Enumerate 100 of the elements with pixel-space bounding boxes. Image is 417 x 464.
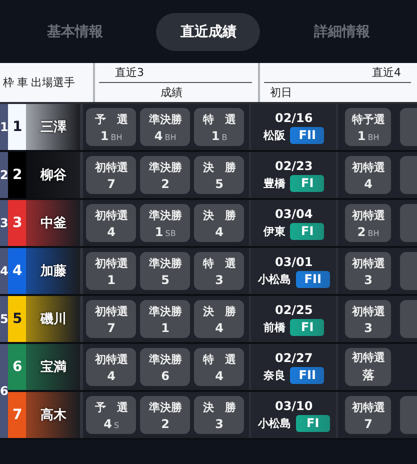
race-date: 02/27 xyxy=(274,350,313,364)
rank-value: 5 xyxy=(161,272,170,286)
race-label: 初特選 xyxy=(94,352,128,366)
result-suffix: BH xyxy=(368,132,380,142)
race-label: 初特選 xyxy=(352,304,385,318)
result-suffix: BH xyxy=(368,228,380,238)
header-text: 車 xyxy=(17,75,28,90)
rank-value: 1 xyxy=(107,272,116,286)
grade-badge: FI xyxy=(296,414,330,432)
venue-name: 小松島 xyxy=(258,272,291,286)
grade-badge: FI xyxy=(290,222,324,240)
race-label: 準決勝 xyxy=(148,160,182,174)
rank-value: 4 xyxy=(154,128,163,142)
header-text: 直近4 xyxy=(372,65,401,80)
race-date: 02/23 xyxy=(274,158,313,172)
rider-name[interactable]: 柳谷 xyxy=(26,152,84,198)
rider-name[interactable]: 磯川 xyxy=(26,296,84,342)
rank-value: 2 xyxy=(161,176,170,190)
race-label: 準決勝 xyxy=(148,256,182,270)
race-label: 特 選 xyxy=(202,352,236,366)
result-suffix: S xyxy=(114,420,120,430)
car-number: 7 xyxy=(8,392,26,438)
rank-value: 1 xyxy=(357,128,366,142)
race-label: 初特選 xyxy=(94,256,128,270)
header-text: 枠 xyxy=(3,75,14,90)
rank-value: 2 xyxy=(161,416,170,430)
rank-value: 7 xyxy=(364,416,373,430)
race-label: 初特選 xyxy=(94,304,128,318)
frame-number: 1 xyxy=(0,104,8,150)
result-suffix: BH xyxy=(110,132,122,142)
rank-value: 3 xyxy=(215,272,224,286)
rider-name[interactable]: 中釜 xyxy=(26,200,84,246)
result-suffix: B xyxy=(222,132,228,142)
venue-name: 豊橋 xyxy=(263,176,286,190)
rank-value: 1 xyxy=(161,320,170,334)
header-text: 成績 xyxy=(160,85,182,100)
race-label: 特 選 xyxy=(202,256,236,270)
grade-badge: FI xyxy=(290,174,324,192)
rank-value: 3 xyxy=(364,320,373,334)
race-label: 初特選 xyxy=(352,256,385,270)
rank-value: 落 xyxy=(362,367,374,384)
result-suffix: SB xyxy=(165,228,176,238)
race-label: 準決勝 xyxy=(148,400,182,414)
car-number: 5 xyxy=(8,296,26,342)
race-label: 準決勝 xyxy=(148,112,182,126)
rank-value: 1 xyxy=(100,128,109,142)
grade-badge: FII xyxy=(290,126,324,144)
race-label: 決 勝 xyxy=(202,208,236,222)
race-label: 準決勝 xyxy=(148,352,182,366)
result-suffix: BH xyxy=(164,132,176,142)
rank-value: 4 xyxy=(364,176,373,190)
tab[interactable]: 基本情報 xyxy=(22,12,127,50)
grade-badge: FI xyxy=(290,318,324,336)
rider-name[interactable]: 加藤 xyxy=(26,248,84,294)
race-label: 予 選 xyxy=(94,112,128,126)
tab[interactable]: 直近成績 xyxy=(156,12,260,50)
rider-name[interactable]: 三澤 xyxy=(26,104,84,150)
car-number: 3 xyxy=(8,200,26,246)
race-label: 初特選 xyxy=(94,208,128,222)
venue-name: 伊東 xyxy=(263,224,286,238)
frame-number: 6 xyxy=(0,344,8,438)
race-label: 初特選 xyxy=(352,160,385,174)
race-label: 決 勝 xyxy=(202,304,236,318)
rank-value: 2 xyxy=(357,224,366,238)
header-text: 初日 xyxy=(270,85,292,100)
race-date: 03/10 xyxy=(274,398,313,412)
rank-value: 5 xyxy=(215,176,224,190)
race-label: 特 選 xyxy=(202,112,236,126)
venue-name: 前橋 xyxy=(263,320,286,334)
venue-name: 小松島 xyxy=(258,416,291,430)
race-date: 02/16 xyxy=(274,110,313,124)
grade-badge: FII xyxy=(296,270,330,288)
rank-value: 4 xyxy=(104,416,112,430)
rank-value: 3 xyxy=(364,272,373,286)
race-date: 03/04 xyxy=(274,206,313,220)
tab[interactable]: 詳細情報 xyxy=(290,12,394,50)
rank-value: 6 xyxy=(161,368,170,382)
rank-value: 1 xyxy=(154,224,164,238)
rider-name[interactable]: 宝満 xyxy=(26,344,84,390)
race-label: 初特選 xyxy=(352,208,385,222)
rider-name[interactable]: 高木 xyxy=(26,392,84,438)
race-label: 初特選 xyxy=(352,400,385,414)
venue-name: 松阪 xyxy=(263,128,286,142)
race-label: 予 選 xyxy=(94,400,128,414)
race-label: 特予選 xyxy=(352,112,385,126)
header-text: 出場選手 xyxy=(31,75,75,90)
rank-value: 4 xyxy=(215,320,224,334)
race-label: 初特選 xyxy=(352,350,385,365)
rank-value: 3 xyxy=(215,416,224,430)
frame-number: 5 xyxy=(0,296,8,342)
rank-value: 4 xyxy=(107,224,116,238)
car-number: 2 xyxy=(8,152,26,198)
race-date: 03/01 xyxy=(274,254,313,268)
grade-badge: FII xyxy=(290,366,324,384)
rank-value: 4 xyxy=(215,368,224,382)
race-label: 準決勝 xyxy=(148,304,182,318)
race-label: 初特選 xyxy=(94,160,128,174)
venue-name: 奈良 xyxy=(263,368,286,382)
race-label: 準決勝 xyxy=(148,208,182,222)
car-number: 1 xyxy=(8,104,26,150)
